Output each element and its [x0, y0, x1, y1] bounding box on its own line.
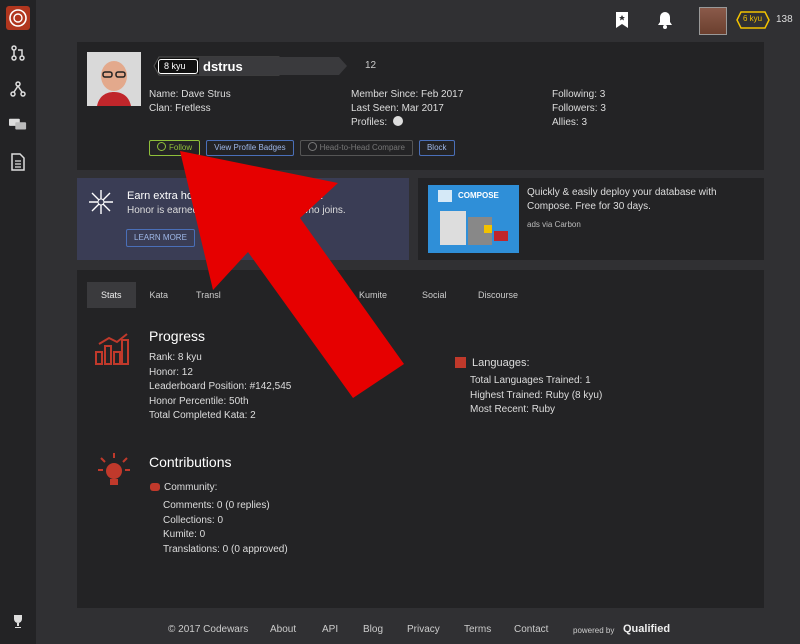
compare-button[interactable]: Head-to-Head Compare: [299, 140, 413, 156]
tab-translations[interactable]: Transl: [182, 282, 235, 308]
profile-panel: 8 kyu dstrus 12 Name: Dave Strus Clan: F…: [77, 42, 764, 170]
footer-copyright: © 2017 Codewars: [168, 624, 249, 635]
progress-list: Rank: 8 kyu Honor: 12 Leaderboard Positi…: [149, 351, 291, 424]
tab-discourse[interactable]: Discourse: [464, 282, 532, 308]
footer-powered-by: powered by: [573, 626, 615, 635]
fork-icon[interactable]: [9, 80, 27, 98]
profile-name: Name: Dave Strus: [149, 89, 231, 100]
contrib-comments: Comments: 0 (0 replies): [163, 500, 270, 511]
follow-button[interactable]: Follow: [149, 140, 201, 156]
profile-tabs: Stats Kata Transl: [87, 282, 235, 308]
footer-about-link[interactable]: About: [270, 624, 296, 635]
user-avatar[interactable]: [699, 7, 727, 35]
top-bar: [36, 0, 800, 40]
progress-rank: Rank: 8 kyu: [149, 352, 202, 363]
follow-label: Follow: [169, 143, 193, 152]
contributions-title: Contributions: [149, 454, 232, 470]
chart-icon: [95, 332, 131, 369]
tab-stats[interactable]: Stats: [87, 282, 136, 308]
compare-icon: [307, 142, 317, 151]
username: dstrus: [203, 59, 243, 74]
view-badges-button[interactable]: View Profile Badges: [206, 140, 294, 156]
footer-privacy-link[interactable]: Privacy: [407, 624, 440, 635]
github-icon[interactable]: [392, 116, 403, 126]
profile-clan: Clan: Fretless: [149, 103, 211, 114]
lightbulb-icon: [97, 452, 131, 493]
profile-avatar: [87, 52, 141, 106]
promo-title-end: new allies!: [272, 190, 324, 202]
learn-more-button[interactable]: LEARN MORE: [126, 229, 195, 247]
ad-via[interactable]: ads via Carbon: [527, 220, 581, 229]
starburst-icon: [87, 188, 115, 219]
last-seen: Last Seen: Mar 2017: [351, 103, 444, 114]
profile-honor: 12: [365, 60, 377, 71]
followers-count: Followers: 3: [552, 103, 606, 114]
following-count: Following: 3: [552, 89, 606, 100]
profiles-label: Profiles:: [351, 117, 388, 128]
footer-api-link[interactable]: API: [322, 624, 338, 635]
promo-title: Earn extra ho: [127, 190, 194, 202]
community-icon: [150, 483, 160, 491]
contrib-translations: Translations: 0 (0 approved): [163, 543, 288, 555]
profile-rank-label: 8 kyu: [164, 61, 186, 71]
codewars-logo[interactable]: [6, 6, 30, 30]
tab-social[interactable]: Social: [408, 282, 461, 308]
bookmark-icon[interactable]: [612, 10, 632, 30]
languages-highest: Highest Trained: Ruby (8 kyu): [470, 389, 603, 401]
languages-recent: Most Recent: Ruby: [470, 404, 556, 415]
info-col-3: Following: 3 Followers: 3 Allies: 3: [552, 88, 606, 130]
info-col-1: Name: Dave Strus Clan: Fretless: [149, 88, 231, 116]
compare-label: Head-to-Head Compare: [319, 143, 405, 152]
ad-image[interactable]: COMPOSE: [428, 185, 519, 253]
allies-count: Allies: 3: [552, 117, 588, 128]
document-icon[interactable]: [9, 153, 27, 171]
promo-subtitle: Honor is earned: [127, 205, 199, 216]
progress-completed: Total Completed Kata: 2: [149, 410, 256, 421]
ad-text[interactable]: Quickly & easily deploy your database wi…: [527, 186, 757, 214]
languages-list: Total Languages Trained: 1 Highest Train…: [470, 374, 602, 418]
progress-percentile: Honor Percentile: 50th: [149, 395, 249, 407]
bell-icon[interactable]: [655, 10, 675, 30]
chat-icon[interactable]: [9, 116, 27, 134]
stats-panel: Stats Kata Transl Kumite Social Discours…: [77, 270, 764, 608]
honor-promo: Earn extra ho new allies! Honor is earne…: [77, 178, 409, 260]
community-list: Comments: 0 (0 replies) Collections: 0 K…: [163, 499, 288, 557]
footer-blog-link[interactable]: Blog: [363, 624, 383, 635]
sidebar: [0, 0, 36, 644]
rank-badge-label: 6 kyu: [743, 14, 763, 23]
contrib-kumite: Kumite: 0: [163, 529, 206, 540]
community-label: Community:: [164, 482, 218, 493]
profile-actions: Follow View Profile Badges Head-to-Head …: [149, 140, 455, 156]
info-col-2: Member Since: Feb 2017 Last Seen: Mar 20…: [351, 88, 463, 130]
languages-icon: [455, 357, 466, 368]
member-since: Member Since: Feb 2017: [351, 89, 464, 100]
profiles-row: Profiles:: [351, 116, 463, 130]
languages-title: Languages:: [472, 357, 530, 369]
promo-subtitle-end: rior who joins.: [284, 205, 346, 216]
footer-terms-link[interactable]: Terms: [464, 624, 491, 635]
carbon-ad[interactable]: COMPOSE Quickly & easily deploy your dat…: [418, 178, 764, 260]
trophy-icon[interactable]: [9, 612, 27, 630]
tab-kata[interactable]: Kata: [136, 282, 183, 308]
footer: © 2017 Codewars About API Blog Privacy T…: [36, 620, 800, 640]
qualified-logo[interactable]: Qualified: [623, 623, 670, 635]
rank-name-bar: 8 kyu: [153, 56, 353, 76]
progress-title: Progress: [149, 328, 206, 344]
follow-icon: [157, 142, 166, 151]
footer-contact-link[interactable]: Contact: [514, 624, 548, 635]
contrib-collections: Collections: 0: [163, 514, 224, 526]
tab-kumite[interactable]: Kumite: [345, 282, 401, 308]
block-button[interactable]: Block: [418, 140, 455, 156]
honor-count: 138: [776, 14, 793, 25]
progress-leaderboard: Leaderboard Position: #142,545: [149, 381, 292, 392]
rank-badge[interactable]: 6 kyu: [736, 11, 770, 29]
languages-total: Total Languages Trained: 1: [470, 375, 591, 386]
pull-request-icon[interactable]: [9, 44, 27, 62]
progress-honor: Honor: 12: [149, 366, 193, 378]
